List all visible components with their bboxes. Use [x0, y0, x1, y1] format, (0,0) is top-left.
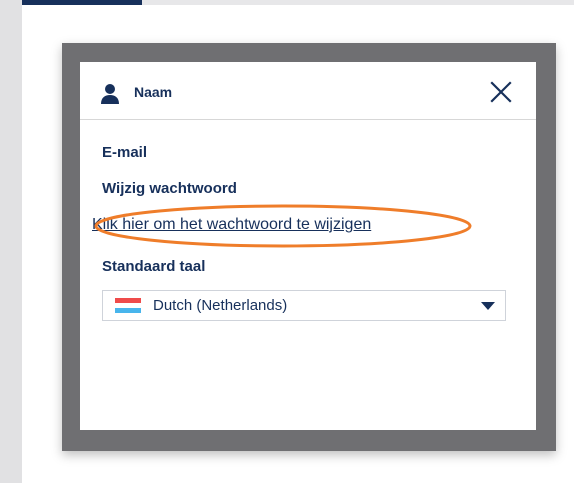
close-icon[interactable]: [489, 80, 513, 104]
selected-language: Dutch (Netherlands): [153, 297, 288, 314]
email-label: E-mail: [102, 144, 148, 161]
netherlands-flag-icon: [115, 298, 141, 313]
top-accent-tab: [22, 0, 142, 5]
dialog-header: Naam: [80, 62, 536, 120]
left-sidebar-strip: [0, 0, 22, 483]
change-password-label: Wijzig wachtwoord: [102, 180, 237, 197]
change-password-link[interactable]: Klik hier om het wachtwoord te wijzigen: [92, 216, 371, 234]
language-select[interactable]: Dutch (Netherlands): [102, 290, 506, 321]
user-icon: [101, 84, 119, 104]
default-language-label: Standaard taal: [102, 258, 206, 275]
user-name: Naam: [134, 84, 173, 100]
chevron-down-icon: [481, 302, 495, 310]
user-profile-dialog: Naam E-mail Wijzig wachtwoord Klik hier …: [80, 62, 536, 430]
